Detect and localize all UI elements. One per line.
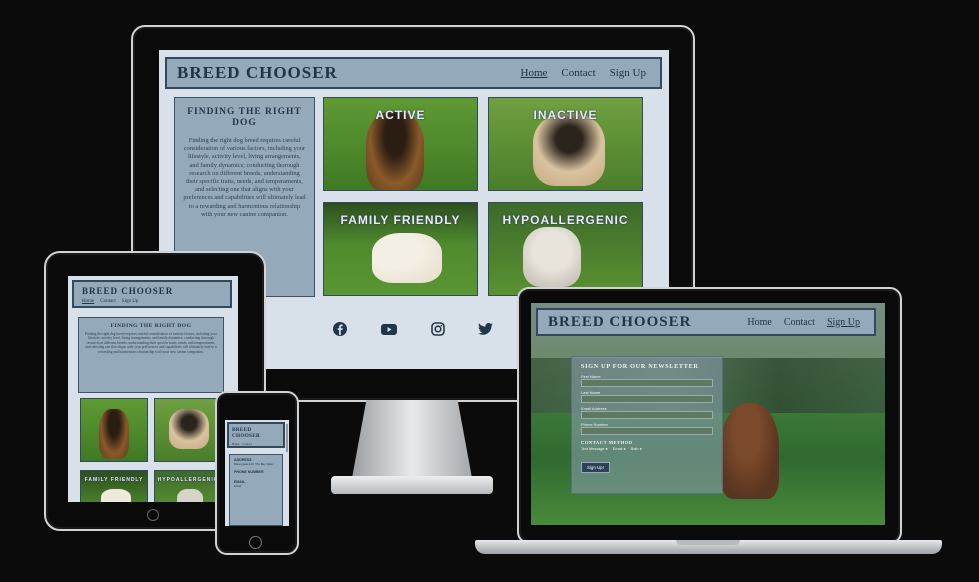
nav-contact[interactable]: Contact: [784, 317, 815, 328]
card-hypo[interactable]: HYPOALLERGENIC: [488, 202, 643, 296]
intro-title: FINDING THE RIGHT DOG: [110, 323, 192, 329]
facebook-icon[interactable]: [333, 322, 347, 336]
nav-signup[interactable]: Sign Up: [610, 67, 646, 79]
nav-signup[interactable]: Sign Up: [827, 317, 860, 328]
card-inactive[interactable]: [154, 398, 222, 462]
brand-logo[interactable]: BREED CHOOSER: [232, 427, 280, 439]
main-nav: Home Contact Sign Up: [82, 299, 222, 304]
laptop-notch: [676, 540, 740, 545]
brand-logo[interactable]: BREED CHOOSER: [548, 314, 691, 331]
site-header: BREED CHOOSER Home Contact Sign Up: [165, 57, 662, 89]
phone-home-button: [249, 536, 262, 549]
card-hypo[interactable]: HYPOALLERGENIC: [154, 470, 222, 502]
card-family[interactable]: FAMILY FRIENDLY: [80, 470, 148, 502]
nav-home[interactable]: Home: [232, 442, 239, 446]
contact-card: ADDRESS Bakerygate 123, The Bay Valley P…: [229, 454, 283, 526]
card-inactive-label: INACTIVE: [533, 108, 598, 122]
dog-image: [372, 233, 442, 283]
brand-logo[interactable]: BREED CHOOSER: [177, 63, 338, 83]
card-hypo-label: HYPOALLERGENIC: [502, 213, 629, 227]
dog-image: [721, 403, 779, 499]
main-nav: Home Contact Sign Up: [747, 317, 860, 328]
contact-method-title: CONTACT METHOD: [581, 440, 633, 445]
dog-image: [169, 409, 209, 449]
nav-home[interactable]: Home: [521, 67, 548, 79]
brand-logo[interactable]: BREED CHOOSER: [82, 286, 222, 296]
card-inactive[interactable]: INACTIVE: [488, 97, 643, 191]
site-header: BREED CHOOSER Home Contact Sign Up: [72, 280, 232, 308]
card-active[interactable]: ACTIVE: [323, 97, 478, 191]
phone-screen: BREED CHOOSER Home Contact ADDRESS Baker…: [225, 420, 289, 526]
dog-image: [523, 227, 581, 287]
main-nav: Home Contact Sign Up: [521, 67, 646, 79]
nav-home[interactable]: Home: [747, 317, 771, 328]
monitor-base: [331, 476, 493, 494]
email-value: Email: [234, 484, 241, 488]
nav-contact[interactable]: Contact: [242, 442, 251, 446]
radio-both[interactable]: Both ●: [631, 447, 642, 451]
nav-contact[interactable]: Contact: [100, 299, 116, 304]
youtube-icon[interactable]: [381, 324, 397, 335]
card-active[interactable]: [80, 398, 148, 462]
address-value: Bakerygate 123, The Bay Valley: [234, 462, 274, 466]
twitter-icon[interactable]: [478, 323, 493, 335]
card-active-label: ACTIVE: [375, 108, 426, 122]
card-family-label: FAMILY FRIENDLY: [340, 213, 461, 227]
email-input[interactable]: [581, 411, 713, 419]
dog-image: [99, 409, 129, 459]
phone-input[interactable]: [581, 427, 713, 435]
radio-text[interactable]: Text Message ●: [581, 447, 608, 451]
radio-email[interactable]: Email ●: [613, 447, 626, 451]
newsletter-form: SIGN UP FOR OUR NEWSLETTER First Name La…: [571, 356, 723, 494]
first-name-input[interactable]: [581, 379, 713, 387]
newsletter-title: SIGN UP FOR OUR NEWSLETTER: [581, 363, 699, 370]
card-family-label: FAMILY FRIENDLY: [84, 477, 144, 483]
tablet-screen: BREED CHOOSER Home Contact Sign Up FINDI…: [68, 276, 238, 502]
site-header: BREED CHOOSER Home Contact Sign Up: [536, 308, 876, 336]
monitor-neck: [352, 400, 472, 478]
tablet-home-button: [147, 509, 159, 521]
scrollbar[interactable]: [286, 424, 288, 452]
intro-card: FINDING THE RIGHT DOG Finding the right …: [78, 317, 224, 393]
site-header: BREED CHOOSER Home Contact: [227, 422, 285, 448]
dog-image: [366, 112, 424, 190]
dog-image: [101, 489, 131, 502]
submit-button[interactable]: Sign Up!: [581, 462, 610, 473]
dog-image: [177, 489, 203, 502]
card-family[interactable]: FAMILY FRIENDLY: [323, 202, 478, 296]
nav-home[interactable]: Home: [82, 299, 94, 304]
nav-contact[interactable]: Contact: [561, 67, 595, 79]
nav-signup[interactable]: Sign Up: [122, 299, 139, 304]
laptop-screen: BREED CHOOSER Home Contact Sign Up SIGN …: [531, 303, 885, 525]
main-nav: Home Contact: [232, 442, 280, 446]
contact-method-options: Text Message ● Email ● Both ●: [581, 447, 713, 451]
card-hypo-label: HYPOALLERGENIC: [157, 477, 219, 483]
last-name-input[interactable]: [581, 395, 713, 403]
intro-text: Finding the right dog breed requires car…: [85, 332, 217, 354]
intro-title: FINDING THE RIGHT DOG: [187, 107, 302, 128]
intro-text: Finding the right dog breed requires car…: [183, 137, 306, 218]
dog-image: [533, 114, 605, 186]
phone-title: PHONE NUMBER: [234, 470, 264, 474]
instagram-icon[interactable]: [431, 322, 445, 336]
